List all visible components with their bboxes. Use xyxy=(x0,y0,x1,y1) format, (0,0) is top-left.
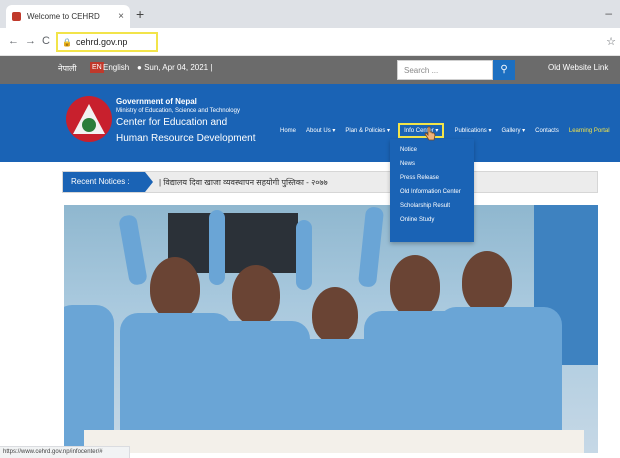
tab-bar: Welcome to CEHRD × + – xyxy=(0,0,620,28)
student-face xyxy=(462,251,512,313)
nepal-emblem-logo[interactable] xyxy=(66,96,112,142)
search-icon: ⚲ xyxy=(500,64,508,75)
menu-item-learning-portal[interactable]: Learning Portal xyxy=(569,128,610,134)
browser-tab[interactable]: Welcome to CEHRD × xyxy=(6,5,130,28)
student-face xyxy=(312,287,358,343)
info-center-dropdown: Notice News Press Release Old Informatio… xyxy=(390,139,474,242)
dropdown-item-notice[interactable]: Notice xyxy=(390,143,474,157)
clock-icon: ● xyxy=(137,63,145,72)
raised-arm xyxy=(209,210,225,285)
dropdown-item-scholarship-result[interactable]: Scholarship Result xyxy=(390,199,474,213)
date-text: Sun, Apr 04, 2021 | xyxy=(144,63,213,72)
address-url: cehrd.gov.np xyxy=(75,37,128,47)
dropdown-item-news[interactable]: News xyxy=(390,157,474,171)
menu-item-plan-policies[interactable]: Plan & Policies ▾ xyxy=(345,127,390,134)
browser-window: Welcome to CEHRD × + – ← → C 🔒 cehrd.gov… xyxy=(0,0,620,458)
hand-cursor-icon xyxy=(424,126,436,141)
open-books xyxy=(84,430,584,453)
bookmark-star-icon[interactable]: ☆ xyxy=(606,35,616,48)
lock-icon: 🔒 xyxy=(62,37,72,47)
menu-item-about-us[interactable]: About Us ▾ xyxy=(306,127,335,134)
address-bar[interactable]: 🔒 cehrd.gov.np xyxy=(56,32,158,52)
hero-photo xyxy=(64,205,598,453)
new-tab-button[interactable]: + xyxy=(136,7,144,21)
menu-item-info-center[interactable]: Info Center ▾ xyxy=(398,123,445,138)
menu-item-home[interactable]: Home xyxy=(280,128,296,134)
language-english-link[interactable]: English xyxy=(103,63,129,72)
back-icon[interactable]: ← xyxy=(8,35,19,47)
current-date: ● Sun, Apr 04, 2021 | xyxy=(137,63,212,72)
status-bar-url: https://www.cehrd.gov.np/infocenter/# xyxy=(0,446,130,458)
menu-item-gallery[interactable]: Gallery ▾ xyxy=(501,127,525,134)
recent-notices-label: Recent Notices : xyxy=(63,172,153,192)
dropdown-item-press-release[interactable]: Press Release xyxy=(390,171,474,185)
tab-close-icon[interactable]: × xyxy=(118,11,124,22)
center-name-line2: Human Resource Development xyxy=(116,133,256,144)
student-face xyxy=(232,265,280,325)
recent-notices-bar: Recent Notices : | विद्यालय दिवा खाजा व्… xyxy=(62,171,598,193)
tab-title: Welcome to CEHRD xyxy=(27,12,100,21)
language-en-badge: EN xyxy=(90,62,104,73)
browser-toolbar: ← → C 🔒 cehrd.gov.np ☆ xyxy=(0,28,620,56)
menu-item-contacts[interactable]: Contacts xyxy=(535,128,559,134)
search-input[interactable]: Search ... xyxy=(397,60,493,80)
minimize-button[interactable]: – xyxy=(605,6,612,20)
raised-arm xyxy=(357,206,385,288)
site-header: Government of Nepal Ministry of Educatio… xyxy=(0,84,620,162)
student-face xyxy=(390,255,440,317)
forward-icon[interactable]: → xyxy=(25,35,36,47)
language-nepali-link[interactable]: नेपाली xyxy=(58,63,77,74)
student-face xyxy=(150,257,200,319)
raised-arm xyxy=(296,220,312,290)
government-label: Government of Nepal xyxy=(116,97,197,106)
ministry-label: Ministry of Education, Science and Techn… xyxy=(116,108,240,114)
menu-item-publications[interactable]: Publications ▾ xyxy=(454,127,491,134)
center-name-line1: Center for Education and xyxy=(116,117,228,128)
raised-arm xyxy=(118,213,148,287)
main-menu: Home About Us ▾ Plan & Policies ▾ Info C… xyxy=(280,123,620,138)
site-top-bar: नेपाली EN English ● Sun, Apr 04, 2021 | … xyxy=(0,56,620,84)
search-button[interactable]: ⚲ xyxy=(493,60,515,80)
site-favicon-icon xyxy=(12,12,21,21)
notice-ticker-text[interactable]: | विद्यालय दिवा खाजा व्यवस्थापन सहयोगी प… xyxy=(159,177,328,188)
reload-icon[interactable]: C xyxy=(42,35,50,47)
dropdown-item-old-information-center[interactable]: Old Information Center xyxy=(390,185,474,199)
old-website-link[interactable]: Old Website Link xyxy=(548,63,608,72)
dropdown-item-online-study[interactable]: Online Study xyxy=(390,213,474,227)
